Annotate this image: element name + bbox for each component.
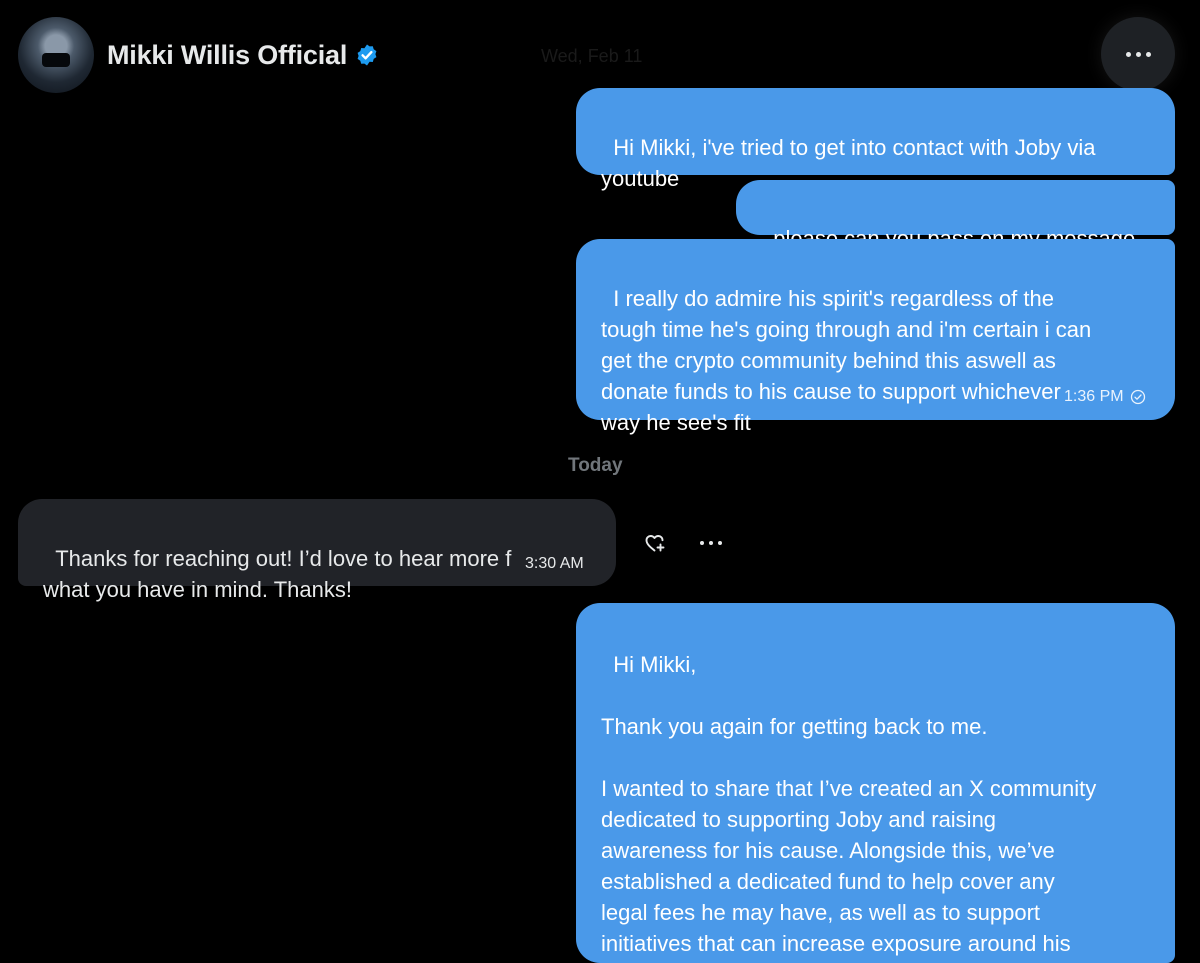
message-meta: 3:30 AM	[525, 555, 584, 573]
more-icon	[1125, 51, 1151, 57]
avatar[interactable]	[18, 17, 94, 93]
verified-badge-icon	[357, 44, 377, 66]
message-text: Hi Mikki, Thank you again for getting ba…	[601, 652, 1097, 956]
message-more-button[interactable]	[695, 527, 727, 559]
name-row: Mikki Willis Official	[107, 40, 379, 71]
message-outgoing[interactable]: please can you pass on my message	[736, 180, 1175, 251]
react-button[interactable]	[639, 527, 671, 559]
heart-plus-icon	[645, 535, 665, 552]
conversation-header: Mikki Willis Official	[18, 16, 379, 94]
message-time: 3:30 AM	[525, 555, 584, 572]
contact-name[interactable]: Mikki Willis Official	[107, 40, 347, 71]
date-separator-today: Today	[568, 455, 623, 476]
message-meta: 1:36 PM	[1064, 388, 1146, 406]
message-text: I really do admire his spirit's regardle…	[601, 286, 1092, 435]
message-outgoing[interactable]: Hi Mikki, i've tried to get into contact…	[576, 88, 1175, 191]
date-separator: Wed, Feb 11	[541, 46, 643, 66]
more-options-button[interactable]	[1101, 17, 1175, 91]
check-circle-icon	[1130, 389, 1145, 405]
message-outgoing[interactable]: Hi Mikki, Thank you again for getting ba…	[576, 603, 1175, 963]
more-icon	[700, 541, 722, 545]
message-text: Thanks for reaching out! I’d love to hea…	[43, 546, 512, 602]
message-time: 1:36 PM	[1064, 388, 1124, 405]
